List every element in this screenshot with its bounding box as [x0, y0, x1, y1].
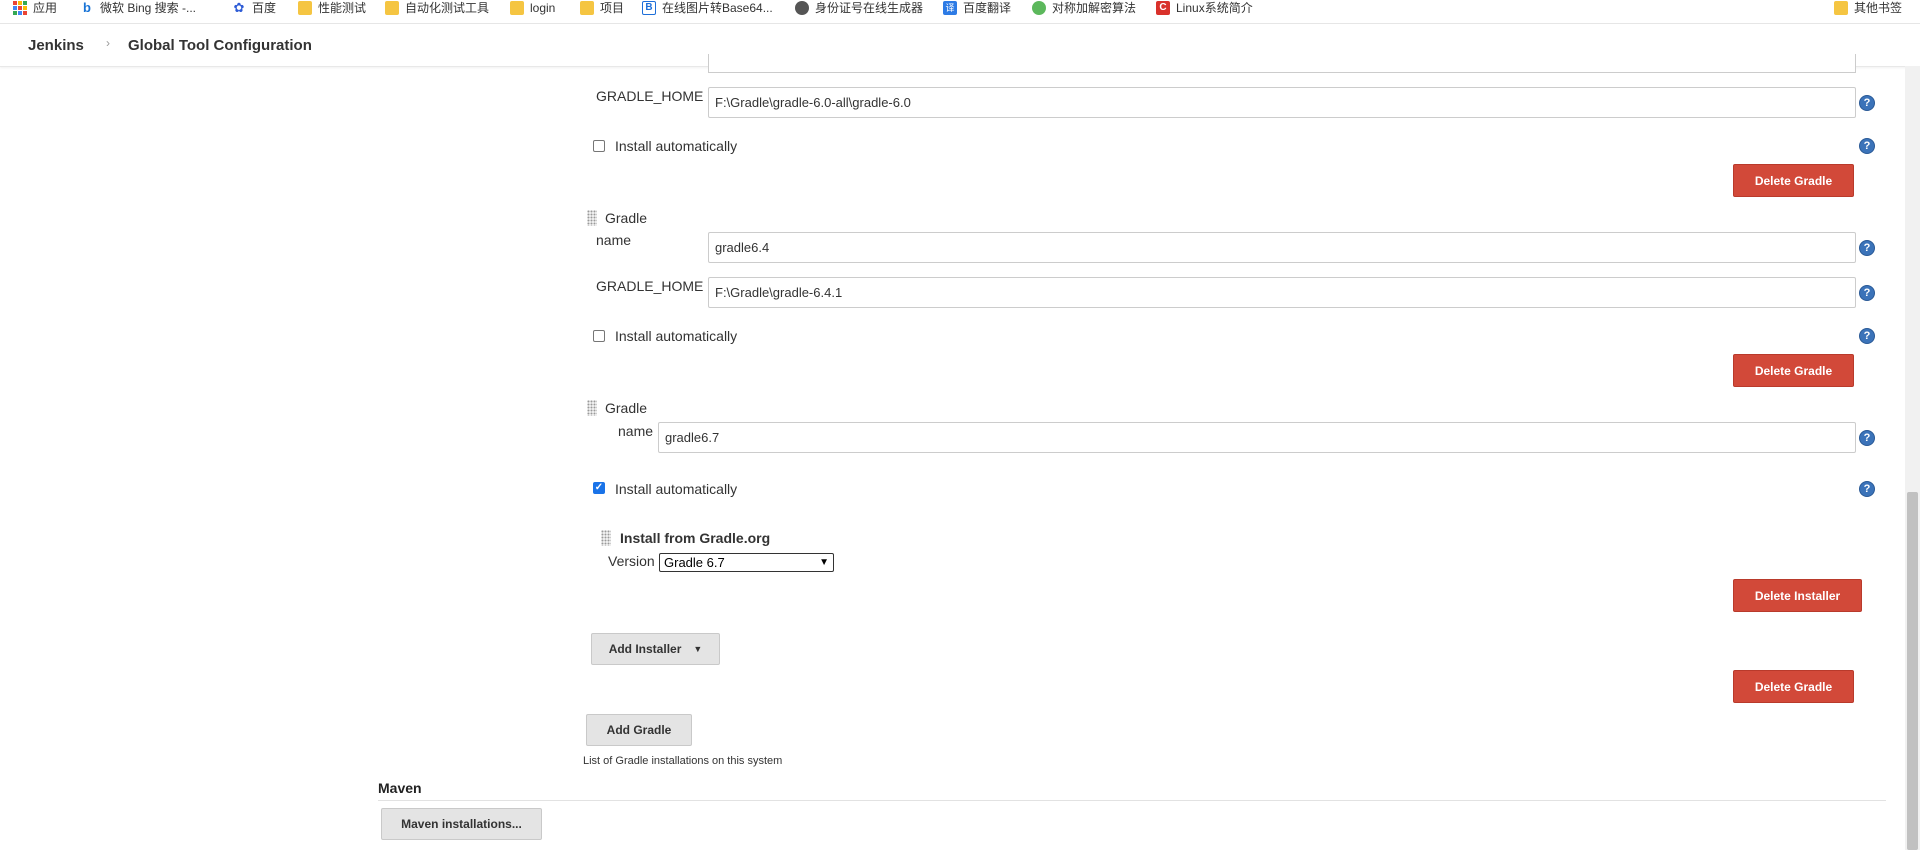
bookmark-label: 在线图片转Base64...: [662, 0, 773, 15]
install-automatically-label: Install automatically: [615, 481, 738, 497]
version-select[interactable]: Gradle 6.7 ▼: [659, 553, 834, 572]
bookmark-label: 对称加解密算法: [1052, 0, 1137, 15]
delete-gradle-button[interactable]: Delete Gradle: [1733, 164, 1854, 197]
gradle-list-description: List of Gradle installations on this sys…: [583, 755, 783, 767]
gradle-home-label: GRADLE_HOME: [596, 88, 704, 104]
delete-gradle-button[interactable]: Delete Gradle: [1733, 354, 1854, 387]
bookmark-baidu-translate[interactable]: 译 百度翻译: [943, 0, 1011, 16]
site-icon: [1032, 1, 1046, 15]
gradle-section-header: Gradle: [605, 400, 648, 416]
install-automatically-label: Install automatically: [615, 328, 738, 344]
globe-icon: [795, 1, 809, 15]
folder-icon: [385, 1, 399, 15]
drag-handle-icon[interactable]: [587, 210, 597, 226]
baidu-translate-icon: 译: [943, 1, 957, 15]
gradle-home-input[interactable]: F:\Gradle\gradle-6.0-all\gradle-6.0: [708, 87, 1856, 118]
help-icon[interactable]: ?: [1860, 482, 1874, 496]
install-automatically-label: Install automatically: [615, 138, 738, 154]
chevron-down-icon: ▼: [819, 557, 829, 568]
bookmark-base64[interactable]: B 在线图片转Base64...: [642, 0, 773, 16]
bookmarks-bar: 应用 b 微软 Bing 搜索 -... ✿ 百度 性能测试 自动化测试工具 l…: [0, 0, 1920, 24]
baidu-paw-icon: ✿: [232, 0, 246, 15]
csdn-icon: C: [1156, 1, 1170, 15]
bookmark-label: 百度: [252, 0, 277, 15]
bookmark-folder-perf[interactable]: 性能测试: [298, 0, 366, 16]
gradle-home-label: GRADLE_HOME: [596, 278, 704, 294]
name-label: name: [596, 232, 632, 248]
bookmark-baidu[interactable]: ✿ 百度: [232, 0, 276, 16]
installer-title: Install from Gradle.org: [620, 530, 771, 546]
drag-handle-icon[interactable]: [587, 400, 597, 416]
bookmark-folder-login[interactable]: login: [510, 0, 555, 16]
section-divider: [378, 800, 1886, 801]
install-automatically-checkbox[interactable]: [593, 140, 605, 152]
bookmark-idgen[interactable]: 身份证号在线生成器: [795, 0, 923, 16]
install-automatically-checkbox[interactable]: [593, 330, 605, 342]
bookmark-label: 身份证号在线生成器: [815, 0, 924, 15]
bookmark-label: 微软 Bing 搜索 -...: [100, 0, 197, 15]
folder-icon: [510, 1, 524, 15]
install-automatically-checkbox[interactable]: ✓: [593, 482, 605, 494]
breadcrumb-global-tool-config[interactable]: Global Tool Configuration: [128, 37, 312, 54]
bookmark-folder-autotest[interactable]: 自动化测试工具: [385, 0, 489, 16]
drag-handle-icon[interactable]: [601, 530, 611, 546]
bookmark-bing[interactable]: b 微软 Bing 搜索 -...: [80, 0, 196, 16]
caret-down-icon: ▼: [693, 644, 703, 654]
name-label: name: [618, 423, 654, 439]
bookmark-label: 性能测试: [318, 0, 367, 15]
help-icon[interactable]: ?: [1860, 139, 1874, 153]
version-selected-value: Gradle 6.7: [664, 555, 725, 570]
bookmark-apps[interactable]: 应用: [13, 0, 57, 16]
bookmark-label: 其他书签: [1854, 0, 1903, 15]
breadcrumb-jenkins[interactable]: Jenkins: [28, 37, 84, 54]
add-installer-label: Add Installer: [608, 642, 682, 656]
delete-installer-button[interactable]: Delete Installer: [1733, 579, 1862, 612]
bookmark-label: 百度翻译: [963, 0, 1012, 15]
folder-icon: [580, 1, 594, 15]
bing-icon: b: [80, 1, 94, 15]
add-installer-button[interactable]: Add Installer ▼: [591, 633, 720, 665]
add-gradle-button[interactable]: Add Gradle: [586, 714, 692, 746]
bookmark-folder-project[interactable]: 项目: [580, 0, 624, 16]
scrollbar-thumb[interactable]: [1907, 492, 1918, 850]
folder-icon: [298, 1, 312, 15]
help-icon[interactable]: ?: [1860, 329, 1874, 343]
bookmark-other[interactable]: 其他书签: [1834, 0, 1902, 16]
bookmark-label: 项目: [600, 0, 625, 15]
version-label: Version: [608, 553, 655, 569]
apps-grid-icon: [13, 1, 27, 15]
gradle-section-header: Gradle: [605, 210, 648, 226]
gradle-name-input[interactable]: gradle6.7: [658, 422, 1856, 453]
delete-gradle-button[interactable]: Delete Gradle: [1733, 670, 1854, 703]
maven-installations-button[interactable]: Maven installations...: [381, 808, 542, 840]
gradle-home-input[interactable]: F:\Gradle\gradle-6.4.1: [708, 277, 1856, 308]
help-icon[interactable]: ?: [1860, 431, 1874, 445]
help-icon[interactable]: ?: [1860, 286, 1874, 300]
bookmark-label: Linux系统简介: [1176, 0, 1253, 15]
bookmark-label: 自动化测试工具: [405, 0, 490, 15]
base64-site-icon: B: [642, 1, 656, 15]
folder-icon: [1834, 1, 1848, 15]
gradle-name-input[interactable]: gradle6.4: [708, 232, 1856, 263]
bookmark-label: 应用: [33, 0, 58, 15]
bookmark-crypto[interactable]: 对称加解密算法: [1032, 0, 1136, 16]
help-icon[interactable]: ?: [1860, 96, 1874, 110]
help-icon[interactable]: ?: [1860, 241, 1874, 255]
bookmark-linux[interactable]: C Linux系统简介: [1156, 0, 1253, 16]
maven-section-title: Maven: [378, 780, 422, 796]
bookmark-label: login: [530, 0, 556, 15]
name-field-partial[interactable]: [708, 54, 1856, 73]
chevron-right-icon: ›: [106, 36, 110, 50]
